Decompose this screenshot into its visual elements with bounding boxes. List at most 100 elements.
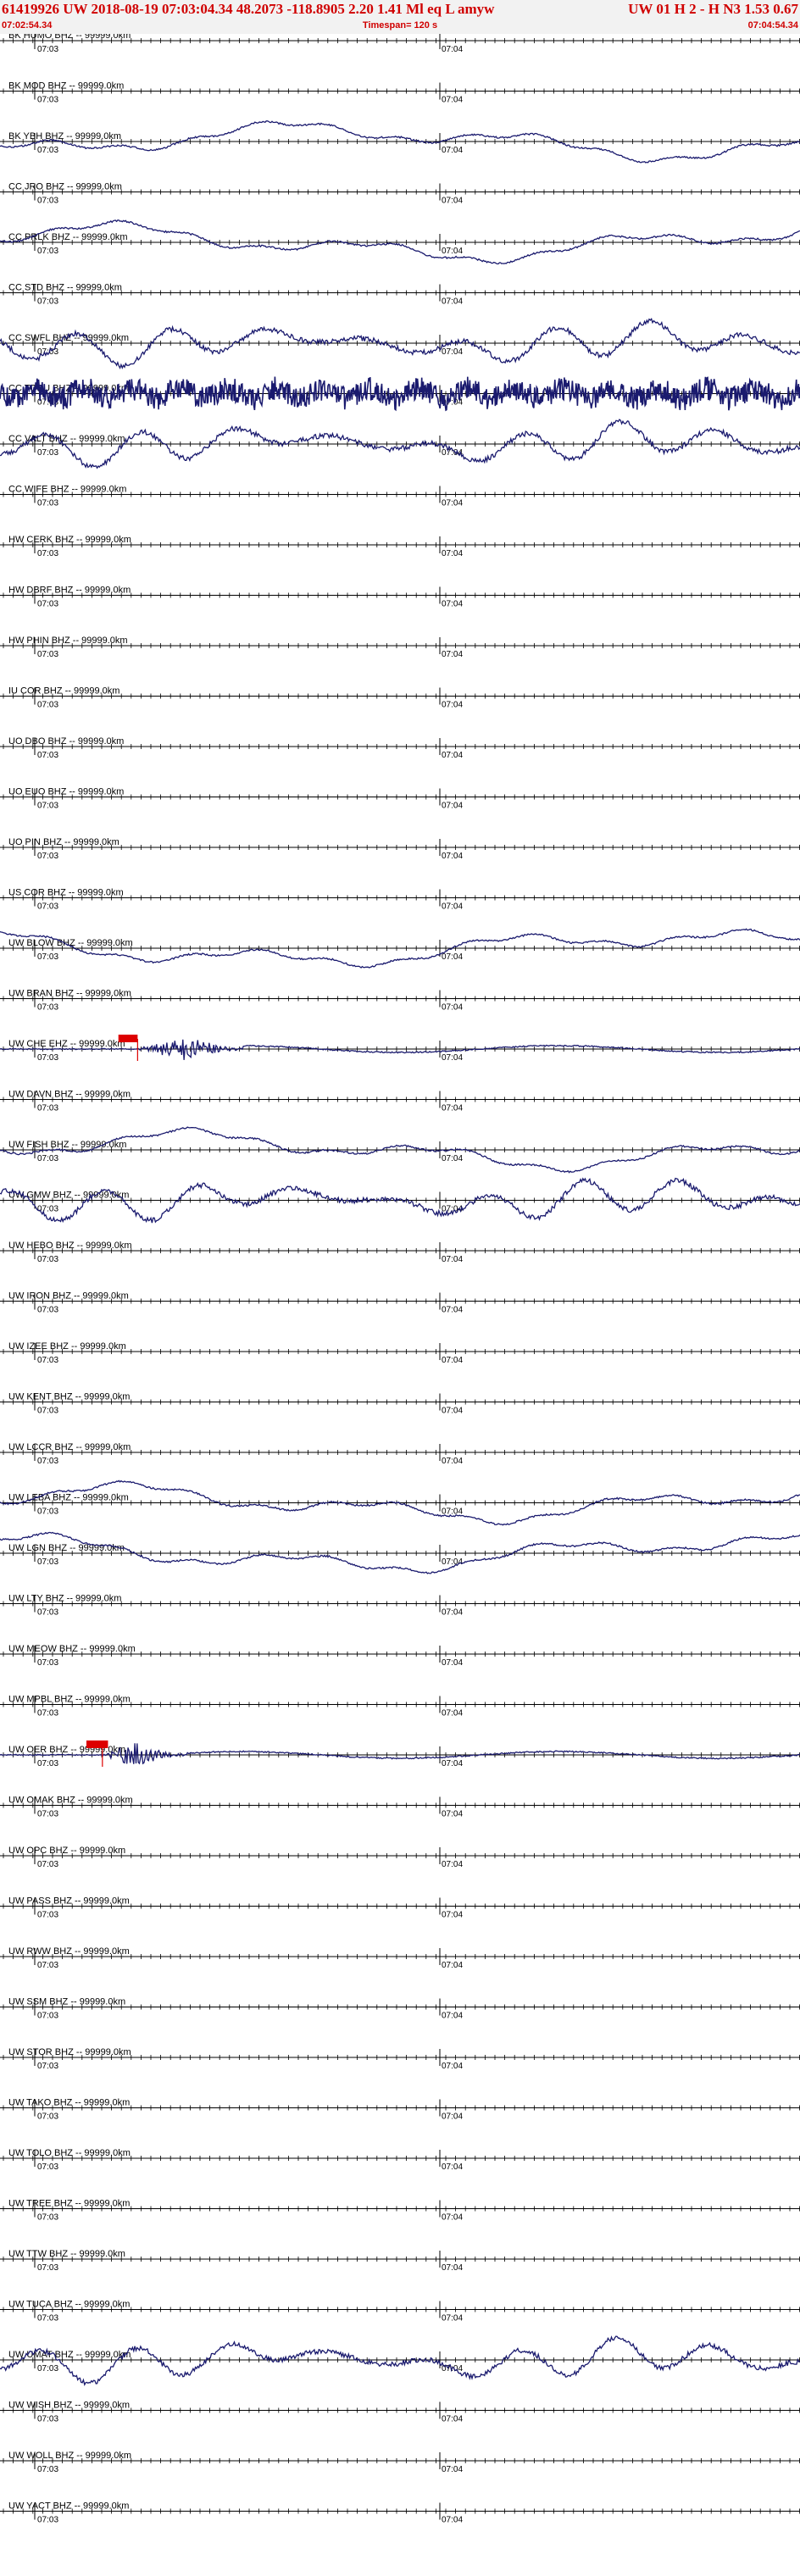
tick-label-0704: 07:04	[442, 96, 463, 105]
trace-label: UW LCCR BHZ -- 99999.0km	[8, 1442, 131, 1452]
tick-label-0703: 07:03	[37, 1860, 58, 1869]
tick-label-0704: 07:04	[442, 2213, 463, 2223]
trace-label: IU COR BHZ -- 99999.0km	[8, 686, 119, 697]
tick-label-0703: 07:03	[37, 2162, 58, 2172]
tick-label-0703: 07:03	[37, 1457, 58, 1466]
tick-label-0704: 07:04	[442, 1154, 463, 1163]
tick-label-0703: 07:03	[37, 2314, 58, 2323]
tick-label-0704: 07:04	[442, 2162, 463, 2172]
tick-label-0703: 07:03	[37, 2062, 58, 2071]
trace-label: BK MOD BHZ -- 99999.0km	[8, 81, 124, 92]
tick-label-0703: 07:03	[37, 2415, 58, 2424]
trace-label: UW KENT BHZ -- 99999.0km	[8, 1392, 130, 1402]
trace-label: UW FISH BHZ -- 99999.0km	[8, 1140, 126, 1150]
tick-label-0704: 07:04	[442, 347, 463, 357]
tick-label-0703: 07:03	[37, 650, 58, 659]
tick-label-0704: 07:04	[442, 1356, 463, 1365]
tick-label-0703: 07:03	[37, 197, 58, 206]
tick-label-0703: 07:03	[37, 146, 58, 155]
tick-label-0703: 07:03	[37, 2112, 58, 2122]
tick-label-0704: 07:04	[442, 146, 463, 155]
tick-label-0704: 07:04	[442, 1911, 463, 1920]
tick-label-0704: 07:04	[442, 1557, 463, 1567]
trace-label: UW OMAK BHZ -- 99999.0km	[8, 1796, 133, 1806]
trace-label: UW TUCA BHZ -- 99999.0km	[8, 2300, 130, 2310]
trace-label: UW OPC BHZ -- 99999.0km	[8, 1846, 125, 1856]
trace-label: UW IZEE BHZ -- 99999.0km	[8, 1341, 126, 1352]
trace-label: UW WOLL BHZ -- 99999.0km	[8, 2451, 131, 2461]
tick-label-0704: 07:04	[442, 1457, 463, 1466]
tick-label-0704: 07:04	[442, 1104, 463, 1113]
tick-label-0704: 07:04	[442, 1961, 463, 1970]
tick-label-0703: 07:03	[37, 1104, 58, 1113]
trace-label: UO DBO BHZ -- 99999.0km	[8, 736, 124, 747]
trace-label: UW TREE BHZ -- 99999.0km	[8, 2199, 130, 2209]
tick-label-0704: 07:04	[442, 1003, 463, 1013]
trace-label: UW SSM BHZ -- 99999.0km	[8, 1997, 125, 2007]
tick-label-0703: 07:03	[37, 1810, 58, 1819]
tick-label-0704: 07:04	[442, 600, 463, 609]
trace-label: CC STD BHZ -- 99999.0km	[8, 283, 122, 293]
trace-label: HW PHIN BHZ -- 99999.0km	[8, 636, 128, 646]
trace-label: CC PRLK BHZ -- 99999.0km	[8, 232, 128, 242]
end-time: 07:04:54.34	[747, 20, 798, 31]
tick-label-0703: 07:03	[37, 1053, 58, 1063]
tick-label-0703: 07:03	[37, 1407, 58, 1416]
tick-label-0704: 07:04	[442, 197, 463, 206]
tick-label-0704: 07:04	[442, 1860, 463, 1869]
tick-label-0704: 07:04	[442, 1759, 463, 1768]
trace-label: UW RWW BHZ -- 99999.0km	[8, 1946, 130, 1957]
tick-label-0704: 07:04	[442, 1407, 463, 1416]
tick-label-0704: 07:04	[442, 1255, 463, 1264]
tick-label-0703: 07:03	[37, 1608, 58, 1618]
tick-label-0703: 07:03	[37, 1911, 58, 1920]
tick-label-0704: 07:04	[442, 2516, 463, 2525]
trace-label: CC JRO BHZ -- 99999.0km	[8, 182, 122, 192]
tick-label-0704: 07:04	[442, 1709, 463, 1718]
tick-label-0703: 07:03	[37, 297, 58, 307]
trace-label: UW GMW BHZ -- 99999.0km	[8, 1191, 129, 1201]
tick-label-0704: 07:04	[442, 499, 463, 508]
plot-header: 61419926 UW 2018-08-19 07:03:04.34 48.20…	[0, 0, 800, 34]
tick-label-0703: 07:03	[37, 1356, 58, 1365]
trace-label: UW LGN BHZ -- 99999.0km	[8, 1543, 125, 1553]
trace-label: BK YBH BHZ -- 99999.0km	[8, 131, 121, 142]
tick-label-0704: 07:04	[442, 45, 463, 54]
trace-label: UO PIN BHZ -- 99999.0km	[8, 837, 119, 847]
tick-label-0703: 07:03	[37, 247, 58, 256]
trace-label: UW CHE EHZ -- 99999.0km	[8, 1039, 125, 1049]
trace-label: UW BRAN BHZ -- 99999.0km	[8, 989, 131, 999]
tick-label-0703: 07:03	[37, 751, 58, 760]
tick-label-0704: 07:04	[442, 1658, 463, 1668]
tick-label-0704: 07:04	[442, 1053, 463, 1063]
trace-label: UW MPBL BHZ -- 99999.0km	[8, 1695, 131, 1705]
tick-label-0703: 07:03	[37, 1709, 58, 1718]
station-summary: UW 01 H 2 - H N3 1.53 0.67	[628, 1, 798, 17]
trace-label: UW MEOW BHZ -- 99999.0km	[8, 1644, 136, 1654]
trace-label: UW STOR BHZ -- 99999.0km	[8, 2047, 131, 2057]
tick-label-0703: 07:03	[37, 2213, 58, 2223]
tick-label-0703: 07:03	[37, 45, 58, 54]
tick-label-0703: 07:03	[37, 1003, 58, 1013]
timespan-label: Timespan= 120 s	[362, 20, 438, 31]
tick-label-0703: 07:03	[37, 1557, 58, 1567]
trace-label: US COR BHZ -- 99999.0km	[8, 888, 124, 898]
tick-label-0703: 07:03	[37, 701, 58, 710]
tick-label-0704: 07:04	[442, 2112, 463, 2122]
tick-label-0703: 07:03	[37, 1759, 58, 1768]
tick-label-0703: 07:03	[37, 1961, 58, 1970]
tick-label-0704: 07:04	[442, 650, 463, 659]
trace-label: UW YACT BHZ -- 99999.0km	[8, 2501, 129, 2512]
trace-label: UW LTY BHZ -- 99999.0km	[8, 1594, 121, 1604]
tick-label-0703: 07:03	[37, 2263, 58, 2273]
tick-label-0703: 07:03	[37, 600, 58, 609]
tick-label-0703: 07:03	[37, 952, 58, 962]
waveform-trace	[0, 2335, 800, 2386]
tick-label-0704: 07:04	[442, 247, 463, 256]
trace-label: BK HUMO BHZ -- 99999.0km	[8, 34, 131, 41]
tick-label-0704: 07:04	[442, 2314, 463, 2323]
tick-label-0703: 07:03	[37, 448, 58, 458]
phase-pick-marker	[118, 1035, 138, 1042]
tick-label-0703: 07:03	[37, 1507, 58, 1517]
tick-label-0703: 07:03	[37, 2465, 58, 2474]
